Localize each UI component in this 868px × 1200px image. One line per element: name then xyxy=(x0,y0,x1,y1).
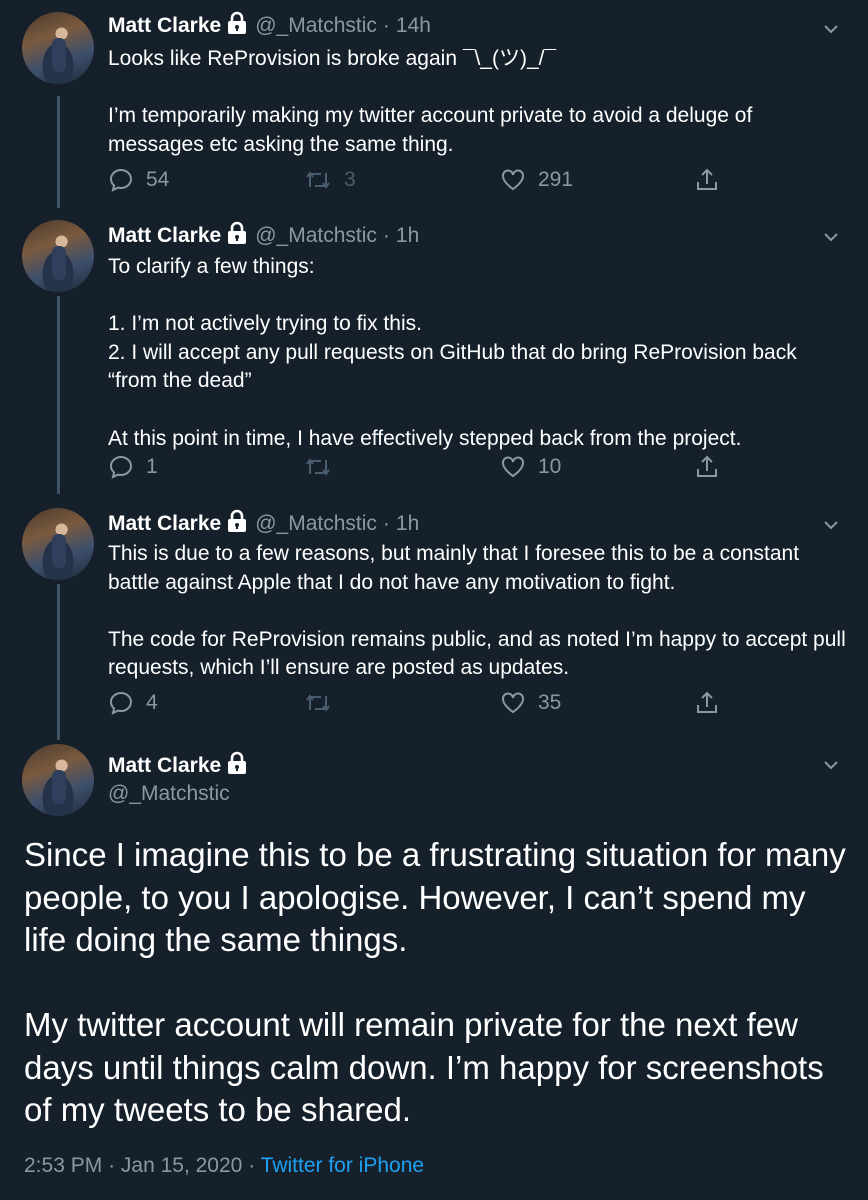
tweet-text: Looks like ReProvision is broke again ¯\… xyxy=(108,47,753,156)
tweet-actions: 4 35 xyxy=(108,688,728,718)
share-button[interactable] xyxy=(694,688,732,718)
like-count: 10 xyxy=(538,455,562,478)
chevron-down-icon[interactable] xyxy=(822,20,840,38)
author-handle[interactable]: @_Matchstic xyxy=(255,14,377,38)
share-button[interactable] xyxy=(694,452,732,482)
thread-line xyxy=(57,296,60,494)
thread-line xyxy=(57,96,60,208)
separator-dot: · xyxy=(382,512,390,535)
avatar[interactable] xyxy=(22,12,94,84)
tweet-metadata: 2:53 PM · Jan 15, 2020 · Twitter for iPh… xyxy=(24,1154,424,1178)
retweet-count: 3 xyxy=(344,168,356,191)
main-tweet-handle-row: @_Matchstic xyxy=(108,780,230,808)
tweet-actions: 1 10 xyxy=(108,452,728,482)
reply-icon xyxy=(109,691,133,715)
retweet-button[interactable] xyxy=(304,452,344,482)
lock-icon xyxy=(225,221,249,251)
like-button[interactable]: 35 xyxy=(500,688,561,718)
avatar[interactable] xyxy=(22,508,94,580)
lock-icon xyxy=(225,11,249,41)
retweet-icon xyxy=(306,694,330,712)
chevron-down-icon[interactable] xyxy=(822,516,840,534)
author-name[interactable]: Matt Clarke xyxy=(108,512,221,536)
author-name[interactable]: Matt Clarke xyxy=(108,224,221,248)
chevron-down-icon[interactable] xyxy=(822,756,840,774)
share-icon xyxy=(697,168,717,190)
retweet-icon xyxy=(306,458,330,476)
retweet-button[interactable]: 3 xyxy=(304,165,356,195)
like-button[interactable]: 10 xyxy=(500,452,561,482)
like-count: 35 xyxy=(538,691,562,714)
tweet-header: Matt Clarke @_Matchstic · 1h xyxy=(108,221,419,251)
tweet-time[interactable]: 1h xyxy=(396,224,419,248)
avatar[interactable] xyxy=(22,744,94,816)
reply-count: 54 xyxy=(146,168,170,191)
tweet-time[interactable]: 2:53 PM xyxy=(24,1154,102,1177)
separator-dot: · xyxy=(382,14,390,37)
chevron-down-icon[interactable] xyxy=(822,228,840,246)
like-icon xyxy=(502,456,524,478)
like-icon xyxy=(502,692,524,714)
tweet-text: To clarify a few things: 1. I’m not acti… xyxy=(108,255,797,450)
author-handle[interactable]: @_Matchstic xyxy=(255,512,377,536)
reply-button[interactable]: 4 xyxy=(108,688,158,718)
main-tweet-name-row: Matt Clarke xyxy=(108,751,255,781)
tweet-header: Matt Clarke @_Matchstic · 14h xyxy=(108,11,431,41)
tweet-actions: 54 3 291 xyxy=(108,165,728,195)
tweet-time[interactable]: 14h xyxy=(396,14,431,38)
lock-icon xyxy=(225,509,249,539)
retweet-button[interactable] xyxy=(304,688,344,718)
tweet-date[interactable]: Jan 15, 2020 xyxy=(121,1154,242,1177)
main-tweet-text: Since I imagine this to be a frustrating… xyxy=(24,836,846,1128)
author-handle[interactable]: @_Matchstic xyxy=(108,782,230,806)
share-button[interactable] xyxy=(694,165,732,195)
reply-icon xyxy=(109,168,133,192)
separator-dot: · xyxy=(248,1154,256,1177)
tweet-source-link[interactable]: Twitter for iPhone xyxy=(261,1154,424,1177)
author-name[interactable]: Matt Clarke xyxy=(108,14,221,38)
tweet-text: This is due to a few reasons, but mainly… xyxy=(108,542,846,680)
reply-count: 1 xyxy=(146,455,158,478)
author-handle[interactable]: @_Matchstic xyxy=(255,224,377,248)
lock-icon xyxy=(225,751,249,781)
like-button[interactable]: 291 xyxy=(500,165,573,195)
reply-button[interactable]: 54 xyxy=(108,165,169,195)
separator-dot: · xyxy=(108,1154,116,1177)
separator-dot: · xyxy=(382,224,390,247)
reply-button[interactable]: 1 xyxy=(108,452,158,482)
like-icon xyxy=(502,169,524,191)
avatar[interactable] xyxy=(22,220,94,292)
tweet-time[interactable]: 1h xyxy=(396,512,419,536)
thread-line xyxy=(57,584,60,740)
share-icon xyxy=(697,691,717,713)
like-count: 291 xyxy=(538,168,574,191)
retweet-icon xyxy=(306,171,330,189)
reply-count: 4 xyxy=(146,691,158,714)
tweet-header: Matt Clarke @_Matchstic · 1h xyxy=(108,509,419,539)
share-icon xyxy=(697,455,717,477)
author-name[interactable]: Matt Clarke xyxy=(108,754,221,778)
reply-icon xyxy=(109,455,133,479)
